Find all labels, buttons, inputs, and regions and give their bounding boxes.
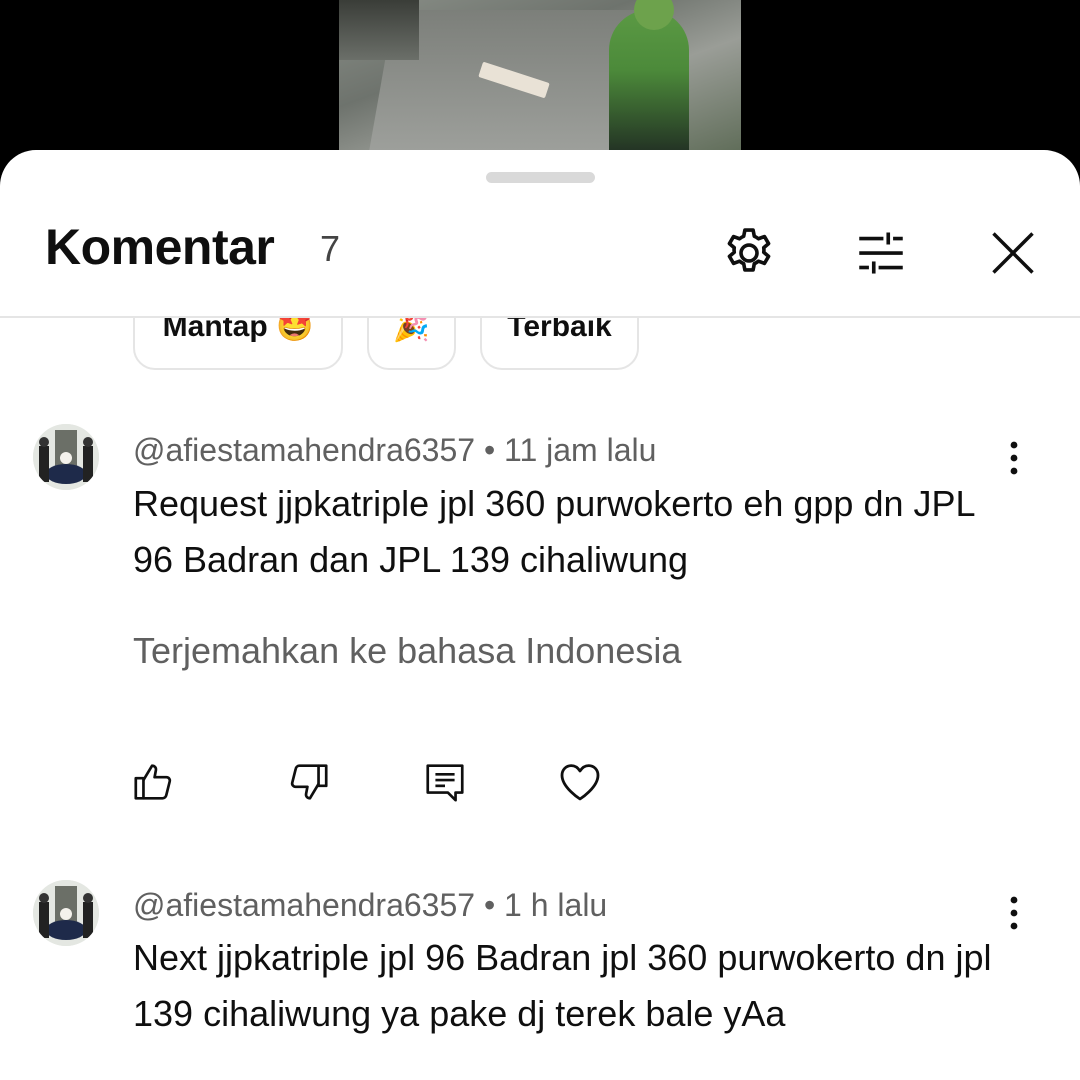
comment-author[interactable]: @afiestamahendra6357 xyxy=(133,887,475,923)
more-vert-icon xyxy=(1010,441,1018,475)
filter-icon xyxy=(859,232,903,274)
comment-meta: @afiestamahendra6357 • 11 jam lalu xyxy=(133,432,656,469)
video-thumbnail xyxy=(339,0,741,160)
comment-text: Request jjpkatriple jpl 360 purwokerto e… xyxy=(133,483,975,580)
comment-time: 11 jam lalu xyxy=(504,432,657,468)
avatar[interactable] xyxy=(33,424,99,490)
chip-party[interactable]: 🎉 xyxy=(367,318,456,370)
like-icon xyxy=(134,764,172,800)
dislike-button[interactable] xyxy=(278,752,338,812)
comment-author[interactable]: @afiestamahendra6357 xyxy=(133,432,475,468)
heart-icon xyxy=(560,764,600,801)
page-title: Komentar xyxy=(45,219,275,275)
comments-sheet: Komentar 7 Mantap 🤩 🎉 Terbaik @afiestama… xyxy=(0,150,1080,1080)
close-icon xyxy=(992,232,1034,274)
close-button[interactable] xyxy=(978,218,1048,288)
more-vert-icon xyxy=(1010,896,1018,930)
meta-separator: • xyxy=(475,432,505,468)
reply-button[interactable] xyxy=(415,752,475,812)
heart-button[interactable] xyxy=(550,752,610,812)
comment-actions xyxy=(0,752,1080,812)
comments-header: Komentar 7 xyxy=(0,210,1080,318)
chip-mantap[interactable]: Mantap 🤩 xyxy=(133,318,343,370)
avatar[interactable] xyxy=(33,880,99,946)
comment-count: 7 xyxy=(320,228,341,269)
drag-handle[interactable] xyxy=(486,172,595,183)
settings-button[interactable] xyxy=(714,218,784,288)
dislike-icon xyxy=(290,764,328,800)
comment-time: 1 h lalu xyxy=(504,887,608,923)
meta-separator: • xyxy=(475,887,505,923)
comment-meta: @afiestamahendra6357 • 1 h lalu xyxy=(133,887,607,924)
settings-icon xyxy=(727,228,771,272)
filter-button[interactable] xyxy=(846,218,916,288)
reply-icon xyxy=(426,764,464,802)
sort-chips: Mantap 🤩 🎉 Terbaik xyxy=(0,318,1080,378)
video-player[interactable] xyxy=(0,0,1080,170)
like-button[interactable] xyxy=(124,752,184,812)
translate-link[interactable]: Terjemahkan ke bahasa Indonesia xyxy=(133,630,681,672)
chip-terbaik[interactable]: Terbaik xyxy=(480,318,639,370)
comment-text: Next jjpkatriple jpl 96 Badran jpl 360 p… xyxy=(133,937,992,1034)
